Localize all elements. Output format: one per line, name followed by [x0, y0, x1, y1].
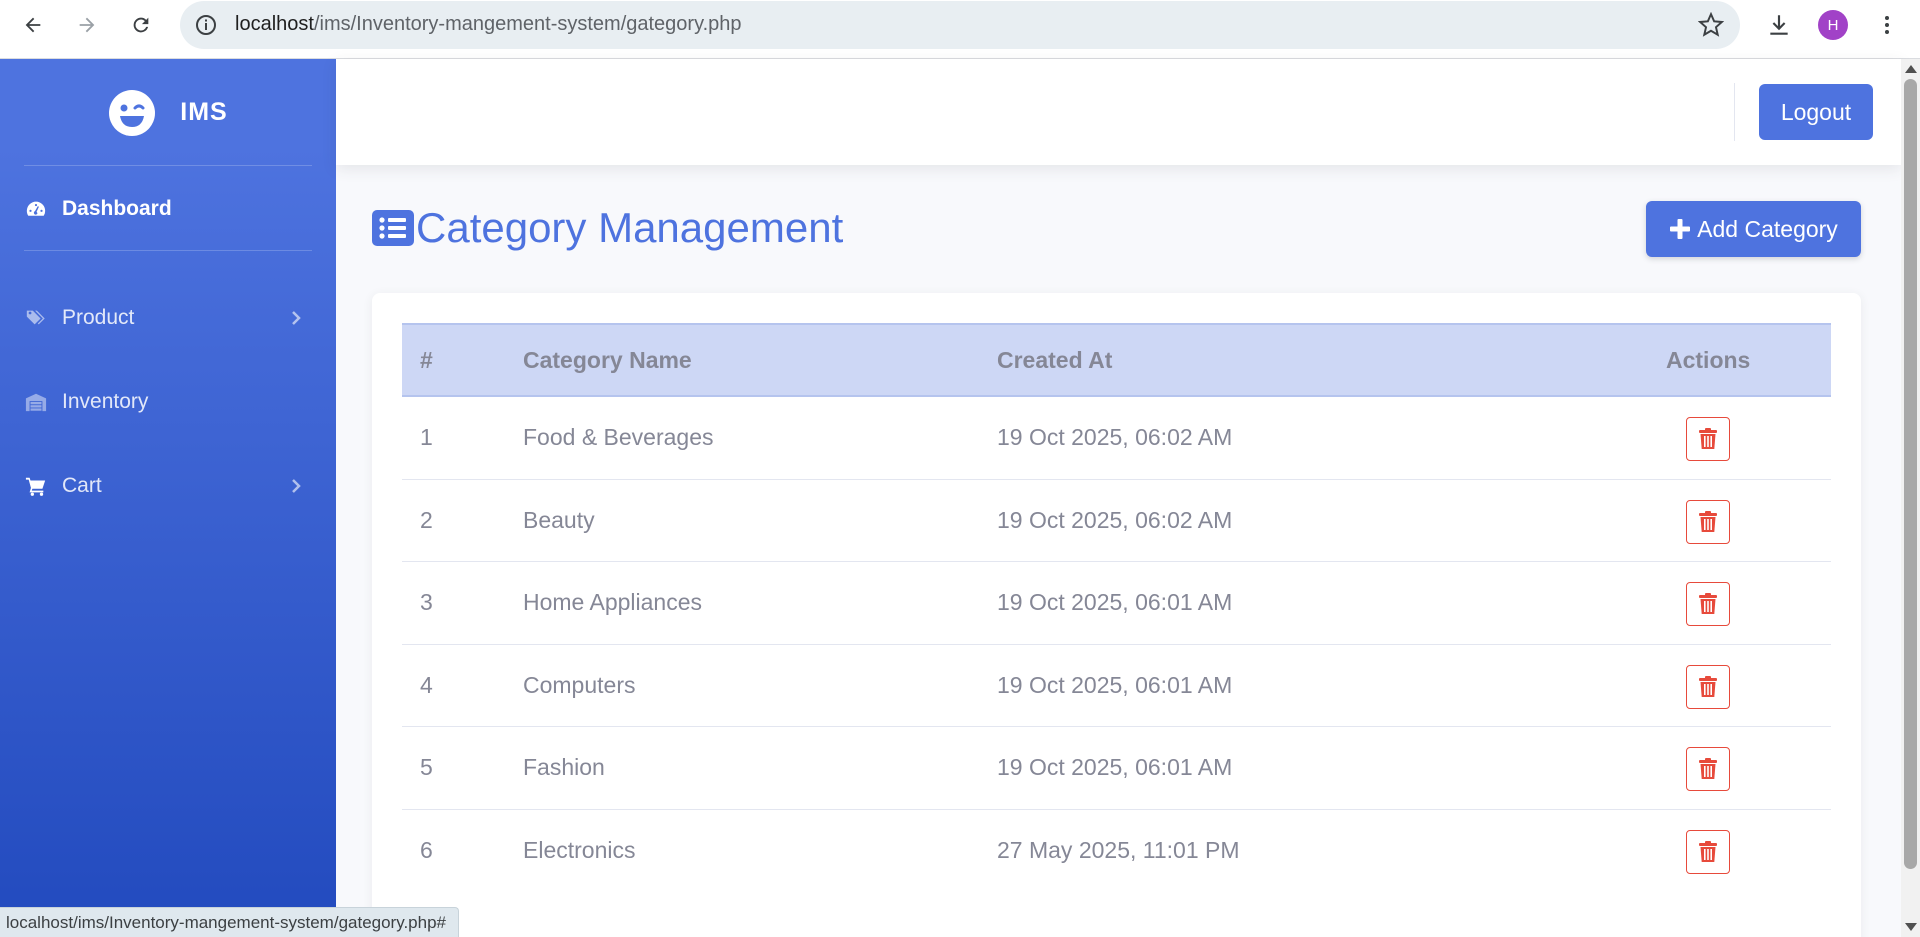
- column-header-created: Created At: [997, 347, 1113, 373]
- page-title-text: Category Management: [416, 204, 844, 251]
- url-text[interactable]: localhost/ims/Inventory-mangement-system…: [235, 13, 742, 36]
- url-path: /ims/Inventory-mangement-system/gategory…: [313, 13, 742, 35]
- category-name: Electronics: [523, 836, 636, 863]
- page-title: Category Management: [372, 200, 843, 256]
- delete-button[interactable]: [1686, 417, 1730, 461]
- category-name: Beauty: [523, 506, 595, 533]
- trash-icon: [1699, 758, 1717, 779]
- category-name: Fashion: [523, 754, 605, 780]
- info-icon[interactable]: [194, 13, 218, 37]
- list-icon: [372, 210, 414, 246]
- sidebar-item-cart[interactable]: Cart: [0, 456, 336, 516]
- sidebar: IMS Dashboard Product Inventory Cart: [0, 59, 336, 937]
- add-category-label: Add Category: [1697, 215, 1838, 242]
- row-number: 2: [420, 506, 433, 533]
- column-header-name: Category Name: [523, 347, 692, 373]
- profile-button[interactable]: H: [1818, 10, 1848, 40]
- table-header: # Category Name Created At Actions: [402, 323, 1831, 397]
- back-button[interactable]: [18, 10, 48, 40]
- created-at: 19 Oct 2025, 06:01 AM: [997, 754, 1233, 780]
- chevron-right-icon: [292, 311, 301, 325]
- row-number: 3: [420, 589, 433, 615]
- created-at: 19 Oct 2025, 06:01 AM: [997, 589, 1233, 615]
- logout-button[interactable]: Logout: [1759, 84, 1873, 140]
- table-row: 2 Beauty 19 Oct 2025, 06:02 AM: [402, 480, 1831, 562]
- sidebar-item-label: Dashboard: [62, 197, 172, 220]
- address-bar[interactable]: localhost/ims/Inventory-mangement-system…: [180, 1, 1740, 49]
- row-number: 5: [420, 754, 433, 780]
- trash-icon: [1699, 510, 1717, 532]
- delete-button[interactable]: [1686, 664, 1730, 709]
- sidebar-item-label: Product: [62, 306, 135, 329]
- sidebar-brand[interactable]: IMS: [0, 59, 336, 166]
- created-at: 19 Oct 2025, 06:02 AM: [997, 424, 1233, 450]
- downloads-button[interactable]: [1764, 10, 1794, 40]
- sidebar-item-product[interactable]: Product: [0, 288, 336, 348]
- tags-icon: [24, 306, 48, 330]
- category-name: Computers: [523, 671, 636, 698]
- table-row: 1 Food & Beverages 19 Oct 2025, 06:02 AM: [402, 397, 1831, 480]
- table-row: 4 Computers 19 Oct 2025, 06:01 AM: [402, 645, 1831, 727]
- topbar: Logout: [336, 59, 1901, 165]
- delete-button[interactable]: [1686, 582, 1730, 626]
- sidebar-divider: [24, 250, 312, 251]
- profile-avatar: H: [1818, 10, 1848, 40]
- reload-icon: [133, 17, 149, 33]
- trash-icon: [1699, 593, 1717, 614]
- created-at: 27 May 2025, 11:01 PM: [997, 836, 1240, 863]
- column-header-number: #: [420, 347, 433, 373]
- category-table-card: # Category Name Created At Actions 1 Foo…: [372, 293, 1861, 937]
- created-at: 19 Oct 2025, 06:02 AM: [997, 506, 1233, 533]
- created-at: 19 Oct 2025, 06:01 AM: [997, 671, 1233, 698]
- brand-name: IMS: [180, 98, 228, 126]
- column-header-actions: Actions: [1666, 347, 1751, 373]
- delete-button[interactable]: [1686, 747, 1730, 791]
- laugh-wink-icon: [109, 89, 156, 136]
- delete-button[interactable]: [1686, 829, 1730, 874]
- menu-button[interactable]: [1872, 10, 1902, 40]
- category-name: Home Appliances: [523, 589, 702, 615]
- scroll-down-arrow[interactable]: [1905, 923, 1917, 931]
- arrow-right-icon: [79, 17, 95, 33]
- scroll-thumb[interactable]: [1904, 79, 1917, 869]
- sidebar-item-label: Inventory: [62, 390, 149, 413]
- warehouse-icon: [24, 390, 48, 414]
- trash-icon: [1699, 428, 1717, 449]
- sidebar-item-dashboard[interactable]: Dashboard: [0, 179, 336, 239]
- reload-button[interactable]: [126, 10, 156, 40]
- chevron-right-icon: [292, 479, 301, 493]
- row-number: 6: [420, 836, 433, 863]
- table-row: 3 Home Appliances 19 Oct 2025, 06:01 AM: [402, 562, 1831, 645]
- sidebar-item-inventory[interactable]: Inventory: [0, 372, 336, 432]
- topbar-divider: [1734, 83, 1735, 141]
- more-vert-icon: [1885, 16, 1889, 34]
- table-row: 5 Fashion 19 Oct 2025, 06:01 AM: [402, 727, 1831, 810]
- cart-icon: [24, 474, 48, 498]
- trash-icon: [1699, 840, 1717, 862]
- table-row: 6 Electronics 27 May 2025, 11:01 PM: [402, 810, 1831, 893]
- delete-button[interactable]: [1686, 499, 1730, 544]
- plus-icon: [1670, 219, 1691, 239]
- category-name: Food & Beverages: [523, 424, 714, 450]
- link-status-bar: localhost/ims/Inventory-mangement-system…: [0, 907, 459, 937]
- forward-button[interactable]: [72, 10, 102, 40]
- star-icon[interactable]: [1698, 12, 1724, 38]
- page-scrollbar[interactable]: [1901, 59, 1920, 937]
- add-category-button[interactable]: Add Category: [1646, 201, 1861, 257]
- row-number: 1: [420, 424, 433, 450]
- sidebar-item-label: Cart: [62, 474, 102, 497]
- category-table: # Category Name Created At Actions 1 Foo…: [402, 323, 1831, 892]
- scroll-up-arrow[interactable]: [1905, 65, 1917, 73]
- download-icon: [1770, 15, 1788, 35]
- trash-icon: [1699, 675, 1717, 697]
- row-number: 4: [420, 671, 433, 698]
- url-host: localhost: [235, 13, 314, 35]
- browser-toolbar: localhost/ims/Inventory-mangement-system…: [0, 0, 1920, 59]
- sidebar-divider: [24, 165, 312, 166]
- arrow-left-icon: [25, 17, 41, 33]
- gauge-icon: [24, 197, 48, 221]
